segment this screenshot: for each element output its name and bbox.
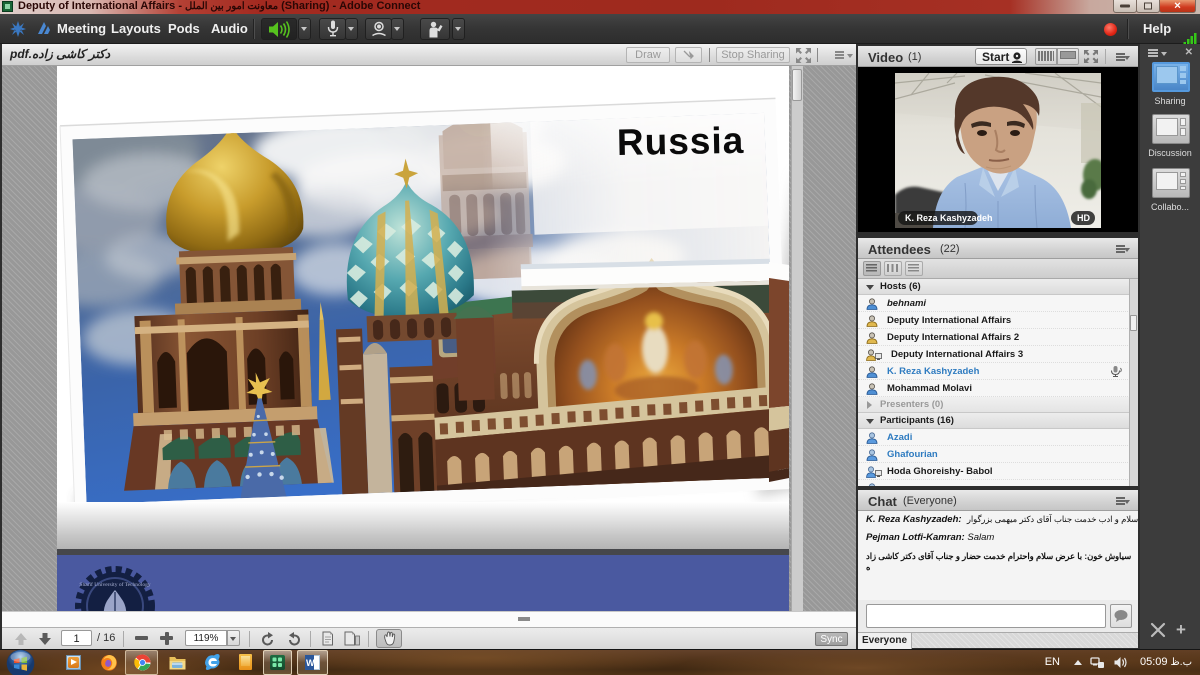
svg-text:Sharif University of Technolog: Sharif University of Technology [79,581,150,588]
svg-text:Russia: Russia [617,120,745,163]
svg-text:K. Reza Kashyzadeh: K. Reza Kashyzadeh [905,213,993,223]
svg-text:HD: HD [1077,213,1090,223]
